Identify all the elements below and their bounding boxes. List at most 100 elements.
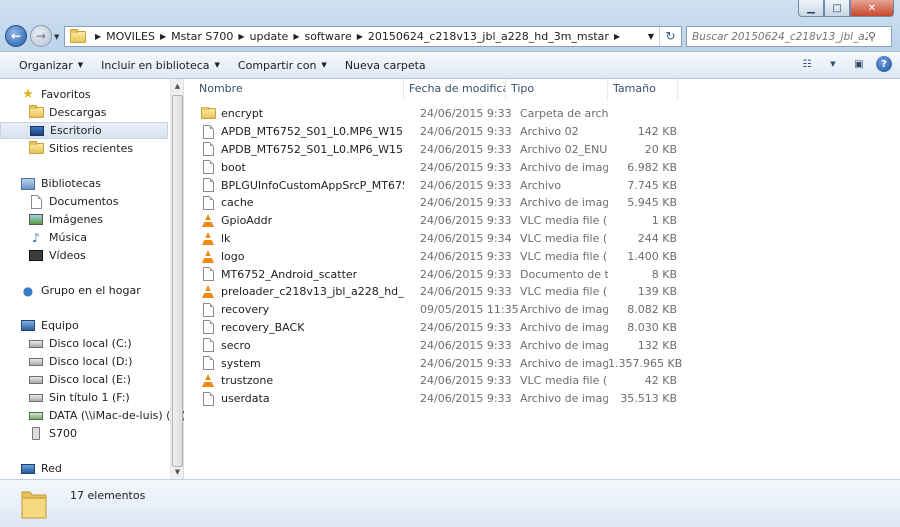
sidebar-item-disco-d[interactable]: Disco local (D:)	[0, 353, 168, 370]
sidebar-item-sitios-recientes[interactable]: Sitios recientes	[0, 140, 168, 157]
file-name-cell[interactable]: encrypt	[184, 106, 404, 121]
address-bar[interactable]: ▶ MOVILES ▶ Mstar S700 ▶ update ▶ softwa…	[64, 26, 682, 47]
file-name-cell[interactable]: preloader_c218v13_jbl_a228_hd_3m_mstar	[184, 285, 404, 299]
sidebar-item-label: Vídeos	[49, 249, 86, 262]
chevron-down-icon[interactable]: ▼	[824, 55, 842, 73]
scroll-up-icon[interactable]: ▲	[171, 79, 184, 93]
breadcrumb-item[interactable]: 20150624_c218v13_jbl_a228_hd_3m_mstar	[368, 30, 609, 43]
sidebar-item-label: Disco local (D:)	[49, 355, 133, 368]
close-button[interactable]: ✕	[850, 0, 894, 17]
sidebar-item-escritorio[interactable]: Escritorio	[0, 122, 168, 139]
file-row[interactable]: APDB_MT6752_S01_L0.MP6_W15.02 24/06/2015 …	[184, 123, 684, 141]
chevron-right-icon[interactable]: ▶	[160, 32, 166, 41]
sidebar-item-data-network[interactable]: DATA (\\iMac-de-luis) (Z:)	[0, 407, 186, 424]
file-row[interactable]: userdata 24/06/2015 9:33 Archivo de image.…	[184, 390, 684, 408]
sidebar-item-disco-c[interactable]: Disco local (C:)	[0, 335, 168, 352]
file-row[interactable]: system 24/06/2015 9:33 Archivo de image...…	[184, 354, 684, 372]
sidebar-item-musica[interactable]: ♪ Música	[0, 229, 168, 246]
file-row[interactable]: secro 24/06/2015 9:33 Archivo de image... 1…	[184, 336, 684, 354]
sidebar-item-videos[interactable]: Vídeos	[0, 247, 168, 264]
file-row[interactable]: encrypt 24/06/2015 9:33 Carpeta de archivo…	[184, 105, 684, 123]
sidebar-item-grupo-hogar[interactable]: ● Grupo en el hogar	[0, 282, 168, 299]
nueva-carpeta-button[interactable]: Nueva carpeta	[336, 54, 435, 76]
back-button[interactable]: ←	[5, 25, 27, 47]
file-row[interactable]: MT6752_Android_scatter 24/06/2015 9:33 Doc…	[184, 265, 684, 283]
file-size: 8.082 KB	[627, 303, 677, 317]
breadcrumb-item[interactable]: software	[304, 30, 351, 43]
file-row[interactable]: trustzone 24/06/2015 9:33 VLC media file (…	[184, 372, 684, 390]
breadcrumb-item[interactable]: MOVILES	[106, 30, 155, 43]
command-bar: Organizar ▼ Incluir en biblioteca ▼ Comp…	[0, 52, 900, 79]
file-row[interactable]: recovery 09/05/2015 11:35Archivo de image…	[184, 301, 684, 319]
compartir-button[interactable]: Compartir con ▼	[229, 54, 336, 76]
organizar-button[interactable]: Organizar ▼	[10, 54, 92, 76]
file-name-cell[interactable]: recovery	[184, 302, 404, 317]
file-row[interactable]: preloader_c218v13_jbl_a228_hd_3m_mstar 24…	[184, 283, 684, 301]
file-name-cell[interactable]: logo	[184, 249, 404, 263]
file-icon	[200, 195, 216, 210]
file-name-cell[interactable]: userdata	[184, 391, 404, 406]
recent-pages-dropdown[interactable]: ▼	[54, 33, 59, 41]
column-header-type[interactable]: Tipo	[506, 79, 608, 99]
sidebar-item-descargas[interactable]: Descargas	[0, 104, 168, 121]
chevron-right-icon[interactable]: ▶	[293, 32, 299, 41]
file-name: APDB_MT6752_S01_L0.MP6_W15.02	[221, 125, 404, 139]
chevron-right-icon[interactable]: ▶	[614, 32, 620, 41]
breadcrumb-item[interactable]: update	[250, 30, 289, 43]
scroll-down-icon[interactable]: ▼	[171, 465, 184, 479]
view-options-icon[interactable]: ☷	[798, 55, 816, 73]
sidebar-item-equipo[interactable]: Equipo	[0, 317, 168, 334]
sidebar-item-sin-titulo[interactable]: Sin título 1 (F:)	[0, 389, 168, 406]
search-icon[interactable]: ⚲	[868, 30, 884, 43]
file-row[interactable]: logo 24/06/2015 9:33 VLC media file (.bi..…	[184, 247, 684, 265]
scrollbar-thumb[interactable]	[172, 95, 183, 467]
file-row[interactable]: GpioAddr 24/06/2015 9:33 VLC media file (.…	[184, 212, 684, 230]
file-name-cell[interactable]: trustzone	[184, 374, 404, 388]
maximize-button[interactable]: □	[824, 0, 850, 17]
forward-button[interactable]: →	[30, 25, 52, 47]
address-dropdown-icon[interactable]: ▼	[643, 32, 659, 41]
file-name-cell[interactable]: APDB_MT6752_S01_L0.MP6_W15.02	[184, 124, 404, 139]
sidebar-scrollbar[interactable]: ▲ ▼	[170, 79, 183, 479]
file-name-cell[interactable]: boot	[184, 160, 404, 175]
file-name-cell[interactable]: cache	[184, 195, 404, 210]
file-row[interactable]: lk 24/06/2015 9:34 VLC media file (.bi... 2…	[184, 230, 684, 248]
sidebar-item-bibliotecas[interactable]: Bibliotecas	[0, 175, 168, 192]
file-row[interactable]: cache 24/06/2015 9:33 Archivo de image... 5…	[184, 194, 684, 212]
file-row[interactable]: APDB_MT6752_S01_L0.MP6_W15.02_ENUM 24/06/…	[184, 141, 684, 159]
preview-pane-icon[interactable]: ▣	[850, 55, 868, 73]
file-name-cell[interactable]: MT6752_Android_scatter	[184, 267, 404, 282]
file-name-cell[interactable]: system	[184, 356, 404, 371]
file-name-cell[interactable]: recovery_BACK	[184, 320, 404, 335]
file-date: 24/06/2015 9:33	[420, 125, 512, 139]
chevron-right-icon[interactable]: ▶	[238, 32, 244, 41]
file-row[interactable]: boot 24/06/2015 9:33 Archivo de image... 6.…	[184, 158, 684, 176]
sidebar-item-imagenes[interactable]: Imágenes	[0, 211, 168, 228]
sidebar-item-disco-e[interactable]: Disco local (E:)	[0, 371, 168, 388]
file-name-cell[interactable]: lk	[184, 231, 404, 245]
sidebar-item-s700[interactable]: S700	[0, 425, 168, 442]
sidebar-item-documentos[interactable]: Documentos	[0, 193, 168, 210]
file-row[interactable]: recovery_BACK 24/06/2015 9:33 Archivo de i…	[184, 319, 684, 337]
chevron-right-icon[interactable]: ▶	[95, 32, 101, 41]
file-name-cell[interactable]: secro	[184, 338, 404, 353]
incluir-biblioteca-button[interactable]: Incluir en biblioteca ▼	[92, 54, 229, 76]
sidebar-item-favoritos[interactable]: ★ Favoritos	[0, 86, 168, 103]
column-header-size[interactable]: Tamaño	[608, 79, 678, 99]
breadcrumb-item[interactable]: Mstar S700	[171, 30, 233, 43]
file-name-cell[interactable]: GpioAddr	[184, 214, 404, 228]
chevron-right-icon[interactable]: ▶	[357, 32, 363, 41]
search-box[interactable]: ⚲	[686, 26, 892, 47]
search-input[interactable]	[692, 30, 868, 43]
file-size: 5.945 KB	[627, 196, 677, 210]
help-icon[interactable]: ?	[876, 56, 892, 72]
refresh-icon[interactable]: ↻	[659, 27, 681, 46]
desktop-icon	[29, 124, 45, 138]
column-header-name[interactable]: Nombre	[184, 79, 404, 99]
column-header-date[interactable]: Fecha de modifica...	[404, 79, 506, 99]
file-name-cell[interactable]: BPLGUInfoCustomAppSrcP_MT6752_S00...	[184, 178, 404, 193]
sidebar-item-red[interactable]: Red	[0, 460, 168, 477]
file-row[interactable]: BPLGUInfoCustomAppSrcP_MT6752_S00... 24/0…	[184, 176, 684, 194]
file-name-cell[interactable]: APDB_MT6752_S01_L0.MP6_W15.02_ENUM	[184, 142, 404, 157]
minimize-button[interactable]: ▁	[798, 0, 824, 17]
